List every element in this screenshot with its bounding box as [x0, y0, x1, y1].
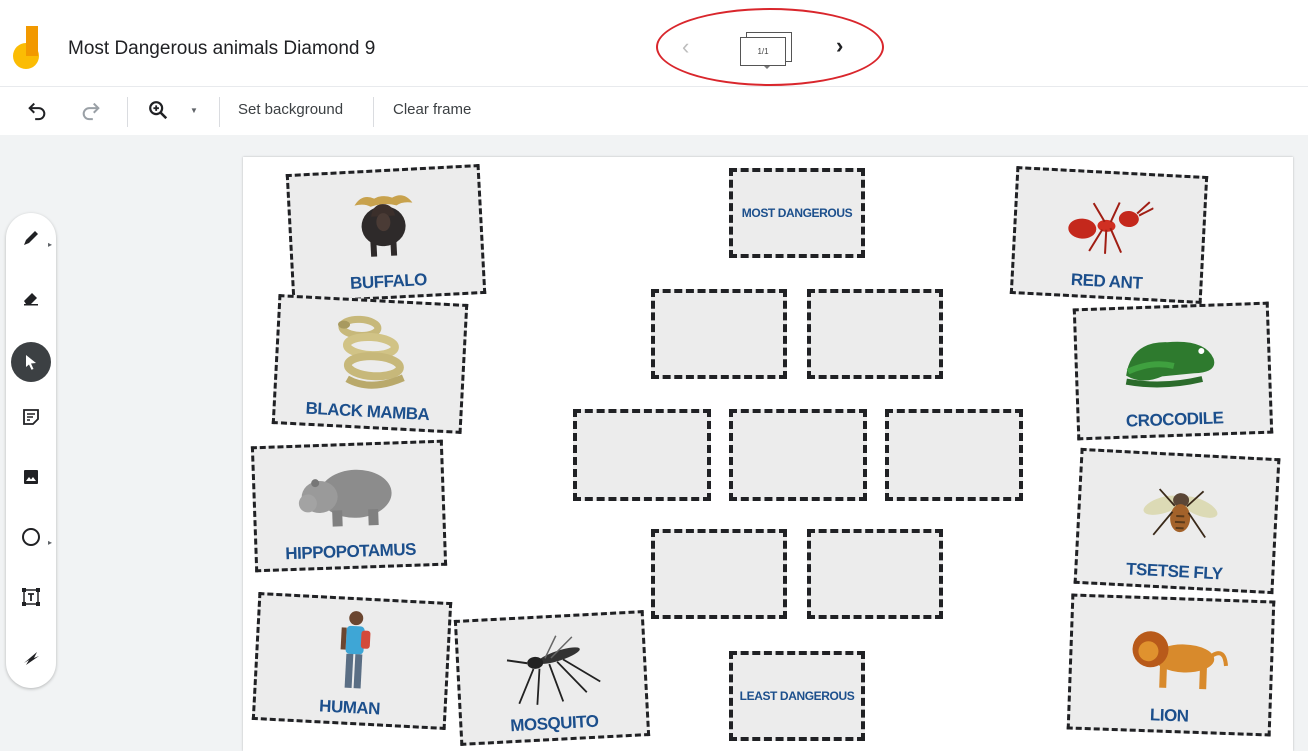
- diamond-slot[interactable]: [651, 289, 787, 379]
- tsetse-fly-picture: [1143, 488, 1218, 538]
- card-label: MOSQUITO: [509, 711, 599, 736]
- redo-icon[interactable]: [80, 99, 102, 127]
- document-title[interactable]: Most Dangerous animals Diamond 9: [68, 38, 375, 60]
- caret-down-icon: [764, 66, 770, 69]
- hippopotamus-picture: [298, 469, 392, 527]
- jamboard-logo: [13, 26, 39, 69]
- previous-frame-icon[interactable]: ‹: [682, 34, 689, 60]
- sticky-note-icon[interactable]: [15, 406, 47, 438]
- card-label: TSETSE FLY: [1125, 559, 1223, 584]
- card-label: RED ANT: [1070, 270, 1143, 293]
- lion-picture: [1132, 631, 1228, 690]
- eraser-icon[interactable]: [15, 286, 47, 318]
- card-hippopotamus[interactable]: HIPPOPOTAMUS: [250, 439, 448, 573]
- diamond-slot[interactable]: [729, 409, 867, 501]
- card-label: LION: [1149, 705, 1189, 726]
- image-icon[interactable]: [15, 466, 47, 498]
- frame-bar-button[interactable]: 1/1: [740, 32, 792, 69]
- diamond-slot[interactable]: [651, 529, 787, 619]
- top-bar: Most Dangerous animals Diamond 9 ‹ 1/1 ›: [0, 0, 1308, 86]
- card-label: BUFFALO: [349, 269, 428, 293]
- diamond-slot[interactable]: [807, 529, 943, 619]
- black-mamba-picture: [338, 315, 405, 389]
- card-buffalo[interactable]: BUFFALO: [285, 164, 487, 304]
- card-tsetse-fly[interactable]: TSETSE FLY: [1073, 447, 1281, 595]
- mosquito-picture: [506, 635, 601, 705]
- set-background-button[interactable]: Set background: [238, 101, 343, 118]
- card-lion[interactable]: LION: [1066, 593, 1276, 737]
- tool-palette: ▸ ▸: [6, 213, 56, 688]
- zoom-dropdown-icon[interactable]: ▼: [190, 106, 198, 115]
- zoom-icon[interactable]: [147, 99, 169, 127]
- diamond-slot-bottom[interactable]: LEAST DANGEROUS: [729, 651, 865, 741]
- toolbar-divider: [219, 97, 220, 127]
- undo-icon[interactable]: [26, 99, 48, 127]
- card-mosquito[interactable]: MOSQUITO: [453, 610, 651, 746]
- card-label: BLACK MAMBA: [305, 398, 430, 425]
- toolbar: ▼ Set background Clear frame: [0, 86, 1308, 135]
- most-dangerous-label: MOST DANGEROUS: [741, 206, 853, 220]
- least-dangerous-label: LEAST DANGEROUS: [739, 689, 855, 703]
- diamond-slot-top[interactable]: MOST DANGEROUS: [729, 168, 865, 258]
- card-label: HIPPOPOTAMUS: [284, 539, 417, 564]
- caret-right-icon: ▸: [48, 538, 53, 547]
- crocodile-picture: [1125, 341, 1215, 388]
- toolbar-divider: [373, 97, 374, 127]
- card-crocodile[interactable]: CROCODILE: [1072, 301, 1274, 441]
- diamond-slot[interactable]: [885, 409, 1023, 501]
- card-label: CROCODILE: [1125, 408, 1224, 431]
- laser-icon[interactable]: [15, 646, 47, 678]
- whiteboard-canvas[interactable]: BUFFALO BLACK MAMBA HIPPOPOTAMUS HUMAN M…: [243, 157, 1293, 751]
- diamond-slot[interactable]: [573, 409, 711, 501]
- diamond-slot[interactable]: [807, 289, 943, 379]
- text-box-icon[interactable]: [15, 586, 47, 618]
- card-label: HUMAN: [318, 696, 381, 719]
- card-human[interactable]: HUMAN: [251, 592, 453, 730]
- card-red-ant[interactable]: RED ANT: [1009, 166, 1209, 304]
- select-pointer-icon[interactable]: [11, 342, 51, 382]
- card-black-mamba[interactable]: BLACK MAMBA: [271, 294, 469, 434]
- pen-icon[interactable]: [15, 227, 47, 259]
- circle-shape-icon[interactable]: [15, 526, 47, 558]
- human-picture: [340, 611, 371, 689]
- red-ant-picture: [1068, 201, 1154, 254]
- caret-right-icon: ▸: [48, 240, 53, 249]
- frame-counter: 1/1: [740, 37, 786, 66]
- clear-frame-button[interactable]: Clear frame: [393, 101, 471, 118]
- toolbar-divider: [127, 97, 128, 127]
- next-frame-icon[interactable]: ›: [836, 33, 843, 59]
- buffalo-picture: [354, 195, 413, 257]
- frame-navigator: ‹ 1/1 ›: [656, 8, 888, 88]
